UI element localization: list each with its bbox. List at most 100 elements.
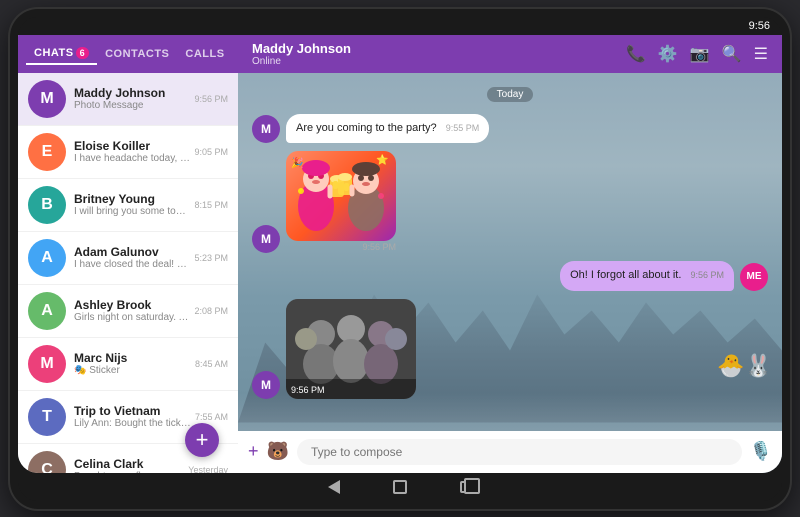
chat-item-preview: Photo Message (74, 100, 190, 111)
chat-item-preview: 🎭 Sticker (74, 365, 191, 376)
message-text: Oh! I forgot all about it. (570, 269, 681, 281)
app-container: CHATS6 CONTACTS CALLS M Maddy J (18, 35, 782, 473)
message-time: 9:56 PM (690, 270, 724, 280)
chat-item-name: Ashley Brook (74, 298, 190, 312)
add-icon[interactable]: + (248, 441, 259, 462)
svg-text:🎉: 🎉 (291, 156, 303, 169)
message-bubble: Are you coming to the party? 9:55 PM (286, 114, 489, 143)
compose-input[interactable] (297, 439, 742, 465)
messages-area: Today M Are you coming to the party? 9:5… (238, 73, 782, 431)
message-row: M (252, 151, 768, 254)
chat-item-name: Trip to Vietnam (74, 404, 191, 418)
date-divider: Today (487, 87, 534, 102)
chat-item-time: 5:23 PM (194, 253, 228, 263)
menu-icon[interactable]: ☰ (754, 44, 768, 64)
chat-item-info: Eloise Koiller I have headache today, le… (74, 139, 190, 164)
chat-item-info: Adam Galunov I have closed the deal! Let… (74, 245, 190, 270)
status-time: 9:56 (749, 20, 770, 32)
avatar: T (28, 398, 66, 436)
svg-text:9:56 PM: 9:56 PM (291, 385, 325, 395)
chat-item-time: 7:55 AM (195, 412, 228, 422)
main-chat: Maddy Johnson Online 📞 ⚙️ 📷 🔍 ☰ Today (238, 35, 782, 473)
chat-item-time: 8:15 PM (194, 200, 228, 210)
sticker-svg: 🎉 ⭐ (286, 151, 396, 241)
chat-item-name: Maddy Johnson (74, 86, 190, 100)
chat-item-info: Britney Young I will bring you some tomo… (74, 192, 190, 217)
chat-list-item[interactable]: A Adam Galunov I have closed the deal! L… (18, 232, 238, 285)
tablet-screen: 9:56 CHATS6 CONTACTS CALLS (18, 17, 782, 501)
svg-text:⭐: ⭐ (376, 153, 388, 166)
avatar: E (28, 133, 66, 171)
message-text: Are you coming to the party? (296, 122, 437, 134)
message-row: M (252, 299, 768, 399)
status-bar: 9:56 (18, 17, 782, 35)
chat-item-time: 2:08 PM (194, 306, 228, 316)
chat-item-info: Ashley Brook Girls night on saturday. Ar… (74, 298, 190, 323)
chat-item-name: Celina Clark (74, 457, 184, 471)
sticker-image: 🎉 ⭐ (286, 151, 396, 241)
avatar: A (28, 239, 66, 277)
tablet-shell: 9:56 CHATS6 CONTACTS CALLS (10, 9, 790, 509)
chat-item-name: Eloise Koiller (74, 139, 190, 153)
chat-list-item[interactable]: B Britney Young I will bring you some to… (18, 179, 238, 232)
message-bubble: Oh! I forgot all about it. 9:56 PM (560, 261, 734, 290)
avatar: M (28, 345, 66, 383)
chats-badge: 6 (76, 47, 90, 59)
chat-header-info: Maddy Johnson Online (252, 41, 351, 67)
chat-item-preview: Bought some flowers. (74, 471, 184, 473)
chat-header: Maddy Johnson Online 📞 ⚙️ 📷 🔍 ☰ (238, 35, 782, 73)
settings-icon[interactable]: ⚙️ (658, 44, 678, 64)
photo-image: 9:56 PM (286, 299, 416, 399)
chat-item-name: Britney Young (74, 192, 190, 206)
chat-list-item[interactable]: M Maddy Johnson Photo Message 9:56 PM (18, 73, 238, 126)
message-avatar: M (252, 225, 280, 253)
chat-item-preview: I have closed the deal! Let's celebrate!… (74, 259, 190, 270)
message-avatar: M (252, 371, 280, 399)
mic-icon[interactable]: 🎙️ (750, 441, 772, 462)
recents-button[interactable] (458, 479, 474, 495)
chat-item-name: Adam Galunov (74, 245, 190, 259)
chat-item-info: Maddy Johnson Photo Message (74, 86, 190, 111)
chat-header-actions: 📞 ⚙️ 📷 🔍 ☰ (626, 44, 768, 64)
camera-icon[interactable]: 📷 (690, 44, 710, 64)
message-time: 9:55 PM (446, 123, 480, 133)
call-icon[interactable]: 📞 (626, 44, 646, 64)
message-row: M Are you coming to the party? 9:55 PM (252, 114, 768, 143)
home-button[interactable] (392, 479, 408, 495)
chat-item-info: Celina Clark Bought some flowers. (74, 457, 184, 473)
photo-svg: 9:56 PM (286, 299, 416, 399)
message-avatar: M (252, 115, 280, 143)
avatar: A (28, 292, 66, 330)
chat-item-preview: I have headache today, let's meet next w… (74, 153, 190, 164)
avatar: B (28, 186, 66, 224)
chat-item-time: 9:05 PM (194, 147, 228, 157)
chat-list-item[interactable]: A Ashley Brook Girls night on saturday. … (18, 285, 238, 338)
chat-list: M Maddy Johnson Photo Message 9:56 PM E … (18, 73, 238, 473)
avatar: M (28, 80, 66, 118)
tab-chats[interactable]: CHATS6 (26, 43, 97, 65)
chat-item-time: Yesterday (188, 465, 228, 473)
decorative-sticker: 🐣🐰 (717, 353, 772, 379)
sidebar: CHATS6 CONTACTS CALLS M Maddy J (18, 35, 238, 473)
chat-item-time: 9:56 PM (194, 94, 228, 104)
sticker-icon[interactable]: 🐻 (267, 441, 289, 462)
chat-item-info: Marc Nijs 🎭 Sticker (74, 351, 191, 376)
chat-contact-name: Maddy Johnson (252, 41, 351, 56)
chat-item-preview: Girls night on saturday. Are you in? (74, 312, 190, 323)
chat-item-preview: Lily Ann: Bought the ticket! (74, 418, 191, 429)
chat-item-time: 8:45 AM (195, 359, 228, 369)
chat-contact-status: Online (252, 56, 351, 67)
back-button[interactable] (326, 479, 342, 495)
navigation-bar (18, 473, 782, 501)
chat-item-preview: I will bring you some tomorrow! (74, 206, 190, 217)
sidebar-tabs: CHATS6 CONTACTS CALLS (18, 35, 238, 73)
new-chat-fab[interactable]: + (185, 423, 219, 457)
tab-contacts[interactable]: CONTACTS (97, 44, 177, 64)
sticker-bubble: 🎉 ⭐ 9:56 PM (286, 151, 396, 254)
chat-list-item[interactable]: M Marc Nijs 🎭 Sticker 8:45 AM (18, 338, 238, 391)
message-time: 9:56 PM (292, 241, 396, 254)
search-icon[interactable]: 🔍 (722, 44, 742, 64)
chat-list-item[interactable]: E Eloise Koiller I have headache today, … (18, 126, 238, 179)
tab-calls[interactable]: CALLS (177, 44, 232, 64)
photo-bubble: 9:56 PM (286, 299, 406, 399)
